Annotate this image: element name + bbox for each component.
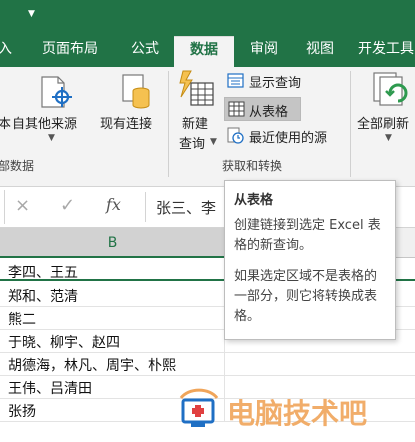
refresh-all-icon[interactable] <box>372 71 412 111</box>
clock-icon <box>227 127 244 144</box>
from-other-sources-button[interactable]: 自其他来源 <box>12 113 77 132</box>
insert-function-icon[interactable]: fx <box>106 195 121 214</box>
group-divider <box>168 71 169 177</box>
truncated-button-label[interactable]: 本 <box>0 113 11 132</box>
get-transform-group-label: 获取和转换 <box>222 159 283 173</box>
formula-bar-divider <box>4 190 5 224</box>
cell[interactable]: 于晓、柳宇、赵四 <box>0 330 225 353</box>
chevron-down-icon[interactable]: ▼ <box>48 133 55 143</box>
tab-data[interactable]: 数据 <box>174 36 234 67</box>
enter-icon[interactable]: ✓ <box>60 195 75 216</box>
tooltip-description: 创建链接到选定 Excel 表格的新查询。 <box>234 218 381 253</box>
cell[interactable]: 熊二 <box>0 307 225 330</box>
from-table-label: 从表格 <box>249 105 289 120</box>
chevron-down-icon[interactable]: ▼ <box>210 137 217 147</box>
existing-connections-button[interactable]: 现有连接 <box>100 113 152 132</box>
cancel-icon[interactable]: × <box>15 195 30 216</box>
recent-sources-button[interactable]: 最近使用的源 <box>249 127 327 146</box>
tooltip-title: 从表格 <box>234 193 274 208</box>
tooltip-note: 如果选定区域不是表格的一部分，则它将转换成表格。 <box>234 269 378 324</box>
tab-page-layout[interactable]: 页面布局 <box>30 36 110 67</box>
chevron-down-icon[interactable]: ▼ <box>385 133 392 143</box>
refresh-all-button[interactable]: 全部刷新 <box>357 113 409 132</box>
show-queries-icon <box>227 73 244 88</box>
watermark-logo: 电脑技术吧 <box>175 384 415 442</box>
tab-formulas[interactable]: 公式 <box>117 36 173 67</box>
tab-view[interactable]: 视图 <box>296 36 344 67</box>
table-icon <box>228 101 245 117</box>
show-queries-button[interactable]: 显示查询 <box>249 72 301 91</box>
tab-developer[interactable]: 开发工具 <box>358 36 415 67</box>
existing-connections-icon[interactable] <box>119 73 153 111</box>
new-query-button-line1[interactable]: 新建 <box>182 113 208 132</box>
cell[interactable]: 郑和、范清 <box>0 284 225 307</box>
from-table-button[interactable]: 从表格 <box>224 97 301 121</box>
cell[interactable]: 李四、王五 <box>0 258 225 283</box>
watermark-text: 电脑技术吧 <box>227 397 368 430</box>
get-external-data-group-label: 部数据 <box>0 159 35 173</box>
tab-review[interactable]: 审阅 <box>240 36 288 67</box>
cell[interactable]: 胡德海，林凡、周宇、朴熙 <box>0 353 225 376</box>
new-query-icon[interactable] <box>177 69 217 109</box>
ribbon-panel: 本 自其他来源 ▼ 现有连接 部数据 新建 查询 ▼ 显示查询 从表格 最近使用… <box>0 67 415 187</box>
new-query-button-line2[interactable]: 查询 <box>179 133 205 152</box>
tab-insert[interactable]: 入 <box>0 36 16 67</box>
from-table-tooltip: 从表格 创建链接到选定 Excel 表格的新查询。 如果选定区域不是表格的一部分… <box>224 180 396 340</box>
column-header-b[interactable]: B <box>0 228 225 258</box>
ribbon-tab-bar: ▼ 入 页面布局 公式 数据 审阅 视图 开发工具 <box>0 0 415 67</box>
group-divider <box>350 71 351 177</box>
table-row: 胡德海，林凡、周宇、朴熙 <box>0 353 415 376</box>
quick-access-dropdown-icon[interactable]: ▼ <box>28 9 35 19</box>
monitor-plus-icon <box>175 388 223 430</box>
other-sources-icon[interactable] <box>38 75 78 111</box>
